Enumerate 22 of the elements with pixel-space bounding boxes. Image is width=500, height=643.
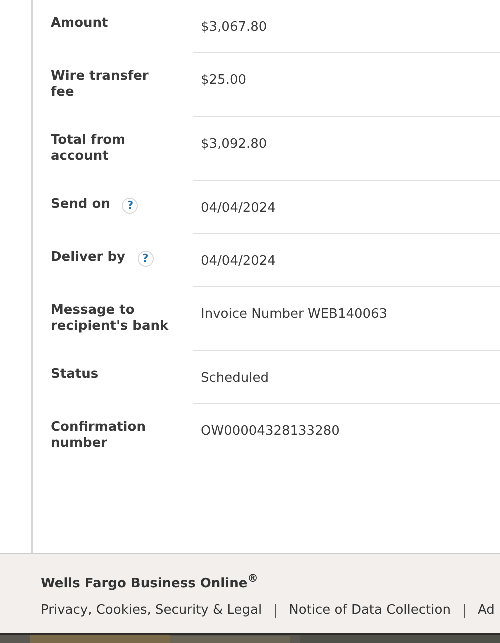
field-label: Message to recipient's bank — [51, 303, 169, 335]
footer-link[interactable]: Privacy, Cookies, Security & Legal — [41, 603, 262, 618]
field-value: 04/04/2024 — [201, 254, 276, 269]
field-label: Send on — [51, 197, 110, 213]
field-label: Deliver by — [51, 250, 126, 266]
field-value: $3,067.80 — [201, 20, 268, 35]
field-value: $3,092.80 — [201, 137, 268, 152]
field-value: $25.00 — [201, 73, 246, 88]
field-label: Total from account — [51, 133, 127, 165]
field-value: 04/04/2024 — [201, 201, 276, 216]
field-value: OW00004328133280 — [201, 424, 340, 439]
field-label: Status — [51, 367, 99, 383]
footer-link[interactable]: Notice of Data Collection — [289, 603, 451, 618]
field-value: Scheduled — [201, 371, 269, 386]
field-label: Confirmation number — [51, 420, 147, 452]
footer-title: Wells Fargo Business Online$^{®}$ — [41, 572, 258, 592]
help-button[interactable]: ? — [122, 198, 138, 214]
help-button[interactable]: ? — [138, 251, 154, 267]
footer-link[interactable]: Ad — [478, 603, 495, 618]
field-label: Wire transfer fee — [51, 69, 150, 101]
field-label: Amount — [51, 16, 108, 32]
field-value: Invoice Number WEB140063 — [201, 307, 388, 322]
